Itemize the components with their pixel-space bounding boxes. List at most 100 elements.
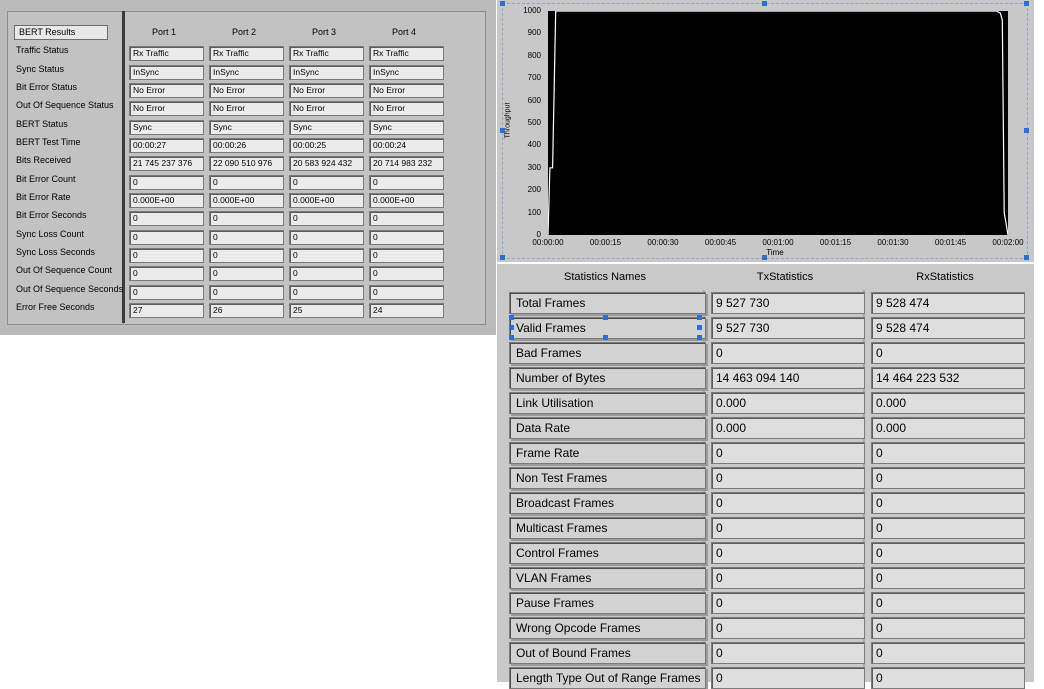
y-tick-label: 200 xyxy=(527,185,541,195)
bert-value-field: 22 090 510 976 xyxy=(209,156,284,171)
bert-row-label: Out Of Sequence Seconds xyxy=(16,284,124,294)
y-tick-label: 400 xyxy=(527,140,541,150)
stat-name-field: Bad Frames xyxy=(509,342,706,364)
stat-name-field: Multicast Frames xyxy=(509,517,706,539)
bert-value-field: 21 745 237 376 xyxy=(129,156,204,171)
rx-value-field: 0 xyxy=(871,567,1025,589)
rx-value-field: 14 464 223 532 xyxy=(871,367,1025,389)
bert-value-field: 27 xyxy=(129,303,204,318)
bert-value-field: 00:00:24 xyxy=(369,138,444,153)
stat-name-field: Pause Frames xyxy=(509,592,706,614)
rx-value-field: 9 528 474 xyxy=(871,317,1025,339)
bert-value-field: 0 xyxy=(289,230,364,245)
x-tick-label: 00:00:00 xyxy=(532,238,564,247)
bert-value-field: 00:00:27 xyxy=(129,138,204,153)
bert-value-field: 0 xyxy=(289,285,364,300)
bert-value-field: 0 xyxy=(129,248,204,263)
stat-name-field: Data Rate xyxy=(509,417,706,439)
stat-name-field: Broadcast Frames xyxy=(509,492,706,514)
bert-value-field: 0 xyxy=(369,248,444,263)
field-selection-handle[interactable] xyxy=(603,315,608,320)
stat-name-field: Wrong Opcode Frames xyxy=(509,617,706,639)
bert-value-field: 0 xyxy=(129,285,204,300)
bert-value-field: 0 xyxy=(209,248,284,263)
bert-value-field: 0 xyxy=(289,211,364,226)
port-header: Port 1 xyxy=(151,27,176,37)
throughput-series-line xyxy=(548,11,1008,235)
tx-value-field: 0 xyxy=(711,642,865,664)
field-selection-handle[interactable] xyxy=(603,335,608,340)
port-header: Port 4 xyxy=(391,27,416,37)
bert-value-field: 0.000E+00 xyxy=(369,193,444,208)
tx-statistics-header: TxStatistics xyxy=(756,271,814,283)
bert-value-field: 0 xyxy=(289,248,364,263)
stat-name-field: Frame Rate xyxy=(509,442,706,464)
bert-value-field: 0 xyxy=(129,211,204,226)
bert-value-field: No Error xyxy=(129,83,204,98)
tx-value-field: 0 xyxy=(711,667,865,689)
bert-value-field: 0 xyxy=(369,211,444,226)
x-tick-label: 00:00:45 xyxy=(704,238,737,247)
y-tick-label: 700 xyxy=(527,73,541,83)
bert-value-field: No Error xyxy=(209,101,284,116)
bert-value-field: InSync xyxy=(369,65,444,80)
bert-value-field: 0 xyxy=(289,175,364,190)
bert-value-field: 0 xyxy=(129,230,204,245)
bert-row-label: BERT Test Time xyxy=(16,137,81,147)
bert-value-field: No Error xyxy=(289,83,364,98)
tx-value-field: 9 527 730 xyxy=(711,317,865,339)
graph-selection-handle[interactable] xyxy=(1024,255,1029,260)
rx-value-field: 0 xyxy=(871,667,1025,689)
throughput-plot[interactable] xyxy=(548,11,1008,235)
bert-row-label: Sync Loss Seconds xyxy=(16,247,96,257)
field-selection-handle[interactable] xyxy=(509,325,514,330)
graph-selection-handle[interactable] xyxy=(762,1,767,6)
stat-name-field: Length Type Out of Range Frames xyxy=(509,667,706,689)
tx-value-field: 0 xyxy=(711,567,865,589)
graph-selection-handle[interactable] xyxy=(500,1,505,6)
rx-value-field: 0 xyxy=(871,342,1025,364)
field-selection-handle[interactable] xyxy=(509,335,514,340)
bert-row-label: Bit Error Count xyxy=(16,174,76,184)
bert-value-field: 00:00:26 xyxy=(209,138,284,153)
rx-value-field: 0 xyxy=(871,592,1025,614)
bert-value-field: InSync xyxy=(289,65,364,80)
field-selection-handle[interactable] xyxy=(697,315,702,320)
graph-selection-handle[interactable] xyxy=(1024,1,1029,6)
x-tick-label: 00:00:15 xyxy=(589,238,622,247)
field-selection-handle[interactable] xyxy=(697,325,702,330)
bert-value-field: No Error xyxy=(289,101,364,116)
bert-value-field: 0 xyxy=(209,175,284,190)
x-axis-label: Time xyxy=(766,248,784,257)
bert-value-field: 0 xyxy=(129,175,204,190)
stat-name-field: Non Test Frames xyxy=(509,467,706,489)
bert-value-field: 0 xyxy=(129,266,204,281)
bert-value-field: 0 xyxy=(209,230,284,245)
bert-row-label: Bit Error Seconds xyxy=(16,210,87,220)
x-tick-label: 00:01:15 xyxy=(819,238,852,247)
tx-value-field: 0.000 xyxy=(711,417,865,439)
bert-labels-column xyxy=(7,11,124,325)
rx-value-field: 0.000 xyxy=(871,417,1025,439)
bert-title: BERT Results xyxy=(14,25,108,40)
stat-name-field: Total Frames xyxy=(509,292,706,314)
bert-row-label: BERT Status xyxy=(16,119,68,129)
tx-value-field: 14 463 094 140 xyxy=(711,367,865,389)
field-selection-handle[interactable] xyxy=(509,315,514,320)
graph-selection-handle[interactable] xyxy=(1024,128,1029,133)
tx-value-field: 0 xyxy=(711,467,865,489)
bert-value-field: Sync xyxy=(129,120,204,135)
bert-row-label: Out Of Sequence Count xyxy=(16,265,113,275)
bert-row-label: Sync Status xyxy=(16,64,65,74)
x-tick-label: 00:00:30 xyxy=(647,238,679,247)
rx-value-field: 0 xyxy=(871,442,1025,464)
bert-value-field: 0 xyxy=(289,266,364,281)
stat-name-field: Link Utilisation xyxy=(509,392,706,414)
rx-value-field: 9 528 474 xyxy=(871,292,1025,314)
graph-selection-handle[interactable] xyxy=(500,255,505,260)
bert-value-field: 0 xyxy=(369,175,444,190)
field-selection-handle[interactable] xyxy=(697,335,702,340)
bert-value-field: 0.000E+00 xyxy=(289,193,364,208)
tx-value-field: 0 xyxy=(711,442,865,464)
y-axis-label: Throughput xyxy=(504,102,512,139)
